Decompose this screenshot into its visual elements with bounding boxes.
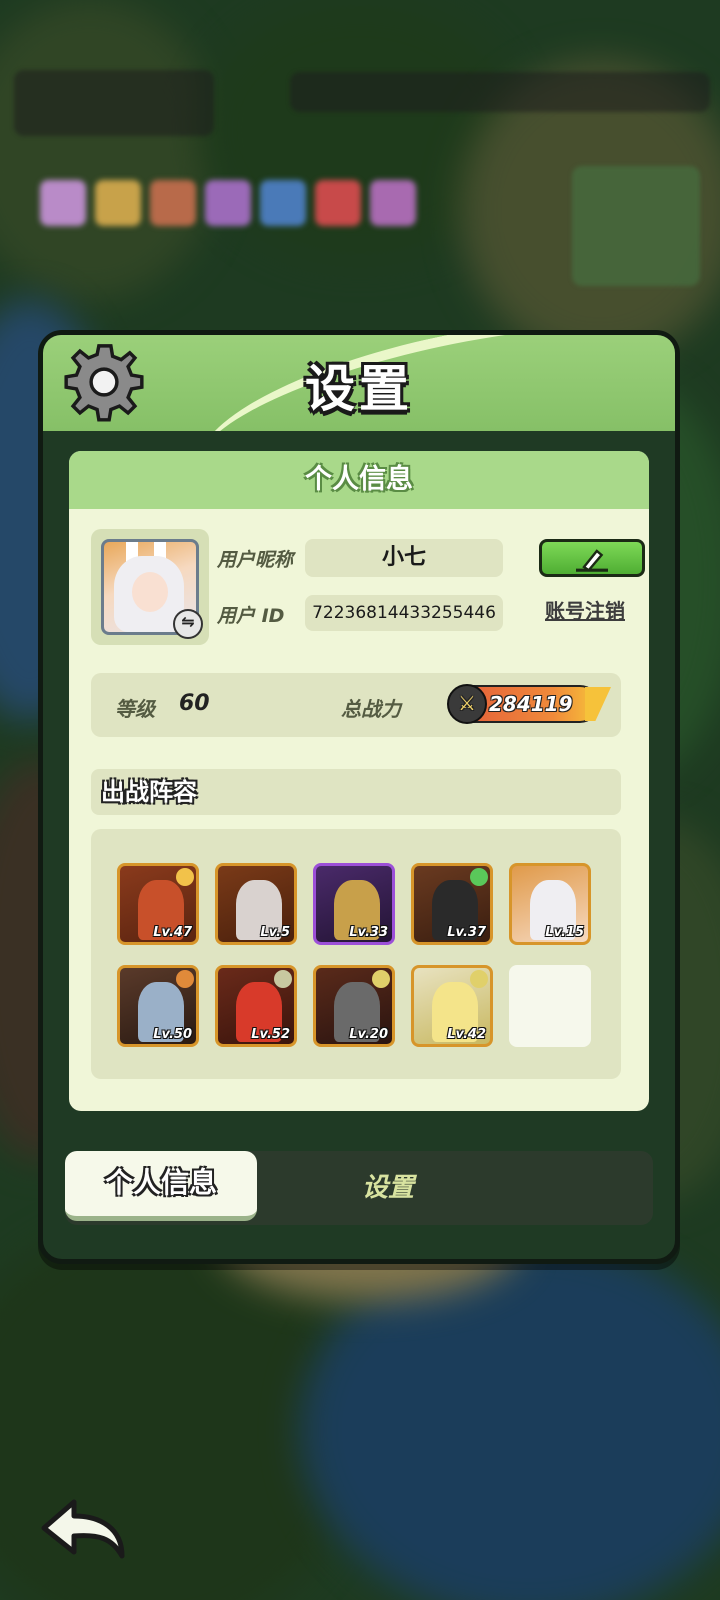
hero-level: Lv.42 — [447, 1027, 486, 1042]
settings-panel: 设置 个人信息 ⇋ 用户昵称 小七 用户 ID 7223681443325544… — [38, 330, 680, 1264]
panel-title: 设置 — [305, 360, 413, 418]
tab-settings[interactable]: 设置 — [323, 1151, 453, 1225]
hero-slot[interactable]: Lv.52 — [215, 965, 297, 1047]
power-badge: ⚔ 284119 — [447, 684, 611, 724]
hero-level: Lv.50 — [153, 1027, 192, 1042]
hero-level: Lv.47 — [153, 925, 192, 940]
lineup-title: 出战阵容 — [91, 769, 621, 815]
panel-header: 设置 — [43, 335, 675, 431]
hero-slot[interactable]: Lv.5 — [215, 863, 297, 945]
hero-slot[interactable]: Lv.42 — [411, 965, 493, 1047]
stats-row: 等级 60 总战力 ⚔ 284119 — [91, 673, 621, 737]
tab-profile[interactable]: 个人信息 — [65, 1151, 257, 1221]
hero-level: Lv.52 — [251, 1027, 290, 1042]
user-id-field: 7223681443325544​6 — [305, 595, 503, 631]
nickname-field: 小七 — [305, 539, 503, 577]
power-value: 284119 — [489, 692, 573, 716]
profile-card: 个人信息 ⇋ 用户昵称 小七 用户 ID 7223681443325544​6 … — [69, 451, 649, 1111]
hero-level: Lv.37 — [447, 925, 486, 940]
level-value: 60 — [179, 691, 210, 716]
hero-level: Lv.33 — [349, 925, 388, 940]
avatar-frame[interactable]: ⇋ — [91, 529, 209, 645]
power-label: 总战力 — [341, 697, 401, 721]
hero-slot[interactable]: Lv.20 — [313, 965, 395, 1047]
level-label: 等级 — [115, 697, 155, 721]
empty-hero-slot[interactable] — [509, 965, 591, 1047]
lineup-grid: Lv.47 Lv.5 Lv.33 Lv.37 Lv.15 Lv.50 Lv.52… — [91, 829, 621, 1079]
hero-level: Lv.20 — [349, 1027, 388, 1042]
hero-slot[interactable]: Lv.47 — [117, 863, 199, 945]
swap-avatar-icon[interactable]: ⇋ — [173, 609, 203, 639]
hero-level: Lv.15 — [545, 925, 584, 940]
back-arrow-icon[interactable] — [38, 1494, 128, 1564]
pencil-icon — [576, 549, 608, 572]
hero-slot[interactable]: Lv.33 — [313, 863, 395, 945]
edit-nickname-button[interactable] — [539, 539, 645, 577]
bottom-tabs: 个人信息 设置 — [65, 1151, 653, 1225]
id-label: 用户 ID — [217, 605, 285, 627]
hero-slot[interactable]: Lv.15 — [509, 863, 591, 945]
cancel-account-link[interactable]: 账号注销 — [545, 595, 625, 624]
nickname-label: 用户昵称 — [217, 549, 294, 571]
hero-slot[interactable]: Lv.50 — [117, 965, 199, 1047]
profile-section-title: 个人信息 — [69, 451, 649, 509]
hero-level: Lv.5 — [260, 925, 290, 940]
crossed-swords-icon: ⚔ — [447, 684, 487, 724]
hero-slot[interactable]: Lv.37 — [411, 863, 493, 945]
